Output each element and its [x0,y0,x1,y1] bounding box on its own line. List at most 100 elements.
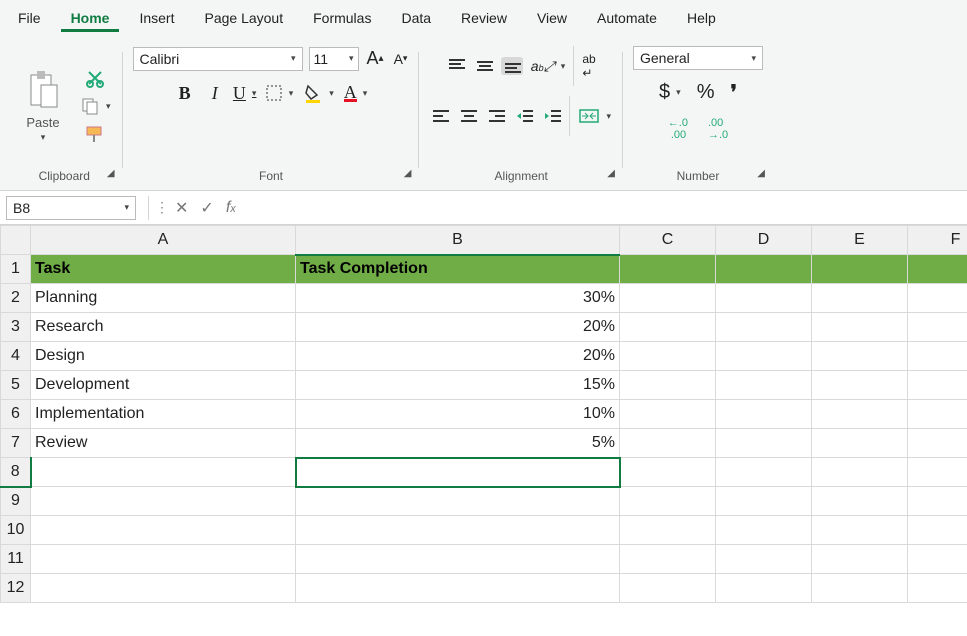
borders-button[interactable]: ▾ [263,82,296,104]
cell-A10[interactable] [31,516,296,545]
cell-F2[interactable] [908,284,967,313]
menu-data[interactable]: Data [391,4,441,32]
menu-review[interactable]: Review [451,4,517,32]
row-header-12[interactable]: 12 [1,574,31,603]
row-header-1[interactable]: 1 [1,255,31,284]
row-header-3[interactable]: 3 [1,313,31,342]
cell-B11[interactable] [296,545,620,574]
increase-decimal-button[interactable]: ←.0 .00 [666,115,690,143]
comma-format-button[interactable]: ❜ [728,78,738,107]
percent-format-button[interactable]: % [695,79,717,106]
cell-A8[interactable] [31,458,296,487]
font-color-button[interactable]: A▾ [342,83,370,104]
cell-D12[interactable] [716,574,812,603]
cell-A11[interactable] [31,545,296,574]
align-top-button[interactable] [445,57,467,75]
cell-B3[interactable]: 20% [296,313,620,342]
cell-F10[interactable] [908,516,967,545]
row-header-7[interactable]: 7 [1,429,31,458]
menu-page-layout[interactable]: Page Layout [194,4,293,32]
cell-F12[interactable] [908,574,967,603]
cell-F9[interactable] [908,487,967,516]
cell-E12[interactable] [812,574,908,603]
row-header-4[interactable]: 4 [1,342,31,371]
cell-D3[interactable] [716,313,812,342]
wrap-text-button[interactable]: ab↵ [580,50,597,82]
cell-D5[interactable] [716,371,812,400]
cell-C8[interactable] [620,458,716,487]
select-all-corner[interactable] [1,226,31,255]
menu-help[interactable]: Help [677,4,726,32]
merge-center-button[interactable]: ▾ [576,105,613,127]
row-header-8[interactable]: 8 [1,458,31,487]
row-header-11[interactable]: 11 [1,545,31,574]
cell-C4[interactable] [620,342,716,371]
cell-F3[interactable] [908,313,967,342]
cell-F6[interactable] [908,400,967,429]
cell-D11[interactable] [716,545,812,574]
align-middle-button[interactable] [473,57,495,75]
cell-C10[interactable] [620,516,716,545]
cell-B2[interactable]: 30% [296,284,620,313]
cut-button[interactable] [78,66,113,90]
cell-E8[interactable] [812,458,908,487]
cell-E1[interactable] [812,255,908,284]
cell-F7[interactable] [908,429,967,458]
align-right-button[interactable] [485,107,507,125]
menu-automate[interactable]: Automate [587,4,667,32]
cell-A4[interactable]: Design [31,342,296,371]
col-header-E[interactable]: E [812,226,908,255]
cell-C5[interactable] [620,371,716,400]
cell-E7[interactable] [812,429,908,458]
formula-input[interactable] [242,196,967,220]
clipboard-launcher[interactable]: ◢ [105,162,117,186]
col-header-A[interactable]: A [31,226,296,255]
cell-C3[interactable] [620,313,716,342]
increase-indent-button[interactable] [541,107,563,125]
fill-color-button[interactable]: ▾ [301,81,336,105]
bold-button[interactable]: B [173,81,197,105]
row-header-10[interactable]: 10 [1,516,31,545]
cell-E9[interactable] [812,487,908,516]
accounting-format-button[interactable]: $▾ [657,79,683,106]
cell-C9[interactable] [620,487,716,516]
cell-B8[interactable] [296,458,620,487]
align-bottom-button[interactable] [501,57,523,75]
cell-B7[interactable]: 5% [296,429,620,458]
cell-B9[interactable] [296,487,620,516]
cell-A2[interactable]: Planning [31,284,296,313]
row-header-2[interactable]: 2 [1,284,31,313]
copy-button[interactable]: ▾ [78,94,113,118]
alignment-launcher[interactable]: ◢ [605,162,617,186]
enter-formula-button[interactable]: ✓ [194,198,219,218]
cell-E5[interactable] [812,371,908,400]
number-format-select[interactable]: General▾ [633,46,763,70]
cell-C11[interactable] [620,545,716,574]
row-header-9[interactable]: 9 [1,487,31,516]
cell-B4[interactable]: 20% [296,342,620,371]
cell-D8[interactable] [716,458,812,487]
cell-D2[interactable] [716,284,812,313]
decrease-font-button[interactable]: A▾ [392,49,410,69]
cell-E3[interactable] [812,313,908,342]
row-header-5[interactable]: 5 [1,371,31,400]
cell-B6[interactable]: 10% [296,400,620,429]
cell-A12[interactable] [31,574,296,603]
cancel-formula-button[interactable]: ✕ [169,198,194,218]
cell-D7[interactable] [716,429,812,458]
cell-F5[interactable] [908,371,967,400]
cell-E10[interactable] [812,516,908,545]
menu-insert[interactable]: Insert [129,4,184,32]
italic-button[interactable]: I [203,81,227,105]
cell-B10[interactable] [296,516,620,545]
cell-F11[interactable] [908,545,967,574]
cell-E6[interactable] [812,400,908,429]
cell-F1[interactable] [908,255,967,284]
cell-D6[interactable] [716,400,812,429]
cell-B5[interactable]: 15% [296,371,620,400]
underline-button[interactable]: U▾ [233,81,257,105]
menu-formulas[interactable]: Formulas [303,4,381,32]
paste-button[interactable]: Paste ▾ [16,67,70,145]
cell-C7[interactable] [620,429,716,458]
col-header-C[interactable]: C [620,226,716,255]
